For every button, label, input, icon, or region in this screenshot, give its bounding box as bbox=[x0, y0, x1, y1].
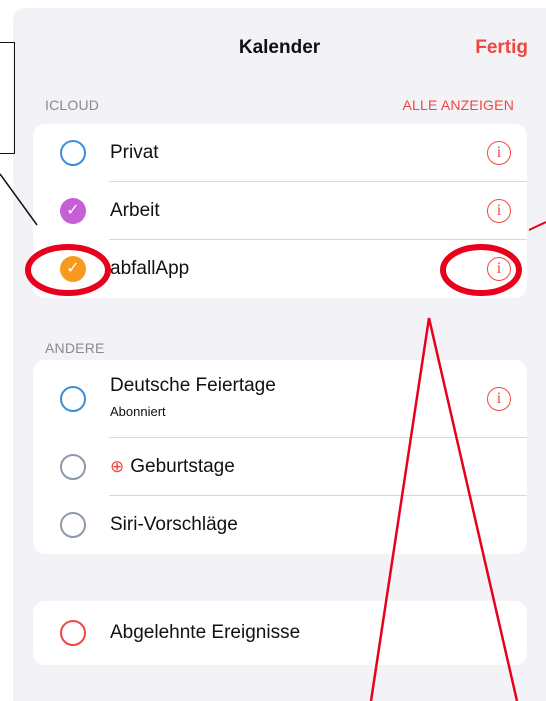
unchecked-circle-icon[interactable] bbox=[60, 512, 86, 538]
calendar-name: Geburtstage bbox=[130, 456, 235, 477]
gift-icon: ⊕ bbox=[110, 457, 125, 476]
calendar-row-birthdays[interactable]: ⊕ Geburtstage bbox=[33, 438, 527, 496]
calendar-sheet: Kalender Fertig ICLOUD ALLE ANZEIGEN Pri… bbox=[13, 8, 546, 701]
calendar-row-arbeit[interactable]: ✓ Arbeit i bbox=[33, 182, 527, 240]
done-button[interactable]: Fertig bbox=[475, 37, 528, 59]
calendar-row-abfallapp[interactable]: ✓ abfallApp i bbox=[33, 240, 527, 298]
info-icon[interactable]: i bbox=[487, 199, 511, 223]
calendar-name-wrap: ⊕ Geburtstage bbox=[110, 456, 235, 478]
calendar-row-privat[interactable]: Privat i bbox=[33, 124, 527, 182]
unchecked-circle-icon[interactable] bbox=[60, 620, 86, 646]
other-group: Deutsche Feiertage Abonniert i ⊕ Geburtst… bbox=[33, 360, 527, 554]
page-title: Kalender bbox=[238, 37, 321, 58]
info-icon[interactable]: i bbox=[487, 387, 511, 411]
checkmark-icon[interactable]: ✓ bbox=[60, 256, 86, 282]
info-icon[interactable]: i bbox=[487, 257, 511, 281]
calendar-name: Deutsche Feiertage bbox=[110, 375, 276, 396]
calendar-name: Privat bbox=[110, 142, 159, 163]
annotation-callout-box bbox=[0, 42, 15, 154]
unchecked-circle-icon[interactable] bbox=[60, 386, 86, 412]
icloud-group: Privat i ✓ Arbeit i ✓ abfallApp i bbox=[33, 124, 527, 298]
calendar-name: Siri-Vorschläge bbox=[110, 514, 238, 535]
unchecked-circle-icon[interactable] bbox=[60, 454, 86, 480]
checkmark-icon[interactable]: ✓ bbox=[60, 198, 86, 224]
calendar-subtitle: Abonniert bbox=[110, 404, 166, 419]
calendar-row-holidays[interactable]: Deutsche Feiertage Abonniert i bbox=[33, 360, 527, 438]
calendar-name: Arbeit bbox=[110, 200, 160, 221]
show-all-button[interactable]: ALLE ANZEIGEN bbox=[402, 97, 514, 113]
calendar-row-siri[interactable]: Siri-Vorschläge bbox=[33, 496, 527, 554]
calendar-name: abfallApp bbox=[110, 258, 190, 279]
calendar-row-declined[interactable]: Abgelehnte Ereignisse bbox=[33, 601, 527, 665]
declined-group: Abgelehnte Ereignisse bbox=[33, 601, 527, 665]
section-label-icloud: ICLOUD bbox=[45, 97, 100, 113]
info-icon[interactable]: i bbox=[487, 141, 511, 165]
calendar-name: Abgelehnte Ereignisse bbox=[110, 622, 301, 643]
unchecked-circle-icon[interactable] bbox=[60, 140, 86, 166]
section-label-other: ANDERE bbox=[45, 340, 105, 356]
